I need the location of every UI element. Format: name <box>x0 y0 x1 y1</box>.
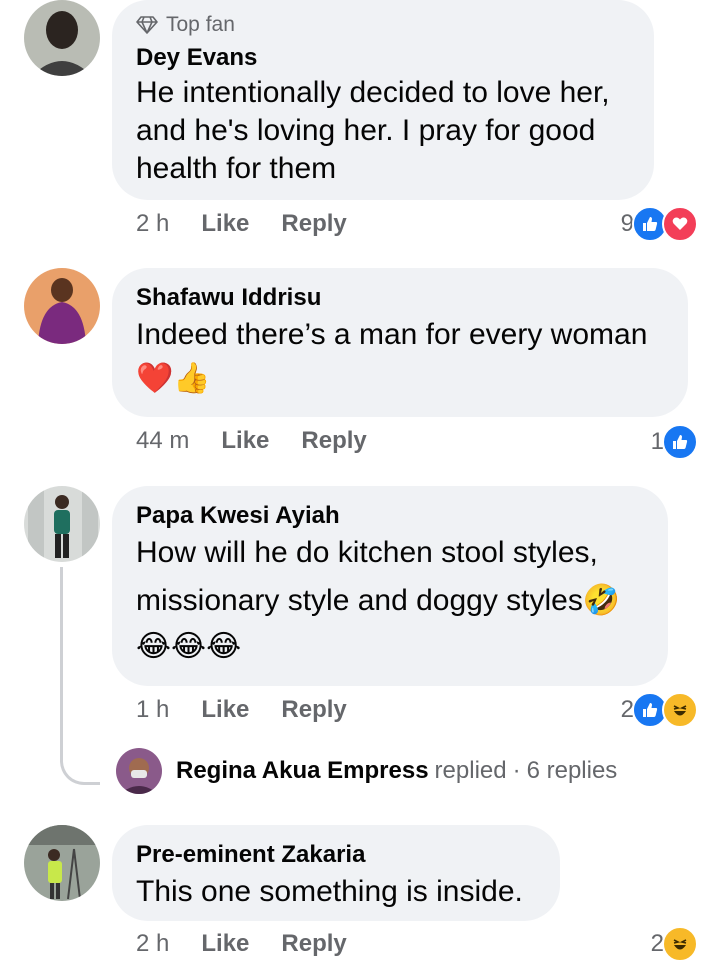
comment-bubble: Pre-eminent Zakaria This one something i… <box>112 825 560 921</box>
avatar-photo-regina <box>116 748 162 794</box>
haha-reaction-icon <box>662 692 698 728</box>
comment-text-line: He intentionally decided to love her, <box>136 76 610 109</box>
comment-timestamp[interactable]: 2 h <box>136 210 169 238</box>
comment-actions: 1 h Like Reply <box>136 696 347 724</box>
replied-label: replied <box>434 757 507 784</box>
like-reaction-icon <box>662 424 698 460</box>
comment-text-line: health for them <box>136 152 337 185</box>
love-reaction-icon <box>662 206 698 242</box>
comment-text-line: How will he do kitchen stool styles, <box>136 536 598 569</box>
comment-timestamp[interactable]: 44 m <box>136 427 189 455</box>
avatar-photo-zakaria <box>24 825 100 901</box>
reply-count[interactable]: 6 replies <box>527 757 618 785</box>
comment-actions: 2 h Like Reply <box>136 210 347 238</box>
replier-name[interactable]: Regina Akua Empress <box>176 757 429 785</box>
comment-timestamp[interactable]: 2 h <box>136 930 169 958</box>
comment-text-line: and he's loving her. I pray for good <box>136 114 596 147</box>
comment-bubble: Papa Kwesi Ayiah How will he do kitchen … <box>112 486 668 686</box>
haha-reaction-icon <box>662 926 698 962</box>
reaction-summary[interactable]: 9 <box>621 206 698 242</box>
top-fan-badge: Top fan <box>136 12 630 38</box>
reaction-summary[interactable]: 1 <box>651 424 698 460</box>
avatar-photo-papa-kwesi <box>24 486 100 562</box>
comment-author[interactable]: Shafawu Iddrisu <box>136 282 664 314</box>
diamond-icon <box>136 16 158 34</box>
avatar[interactable] <box>24 0 100 76</box>
avatar[interactable] <box>24 486 100 562</box>
avatar[interactable] <box>24 268 100 344</box>
badge-label: Top fan <box>166 13 235 36</box>
avatar[interactable] <box>116 748 162 794</box>
comment-emoji-line: 😂😂😂 <box>136 630 242 663</box>
comment-text-line: Indeed there’s a man for every woman <box>136 318 648 351</box>
comment-bubble: Top fan Dey Evans He intentionally decid… <box>112 0 654 200</box>
reaction-summary[interactable]: 2 <box>621 692 698 728</box>
comment-actions: 2 h Like Reply <box>136 930 347 958</box>
like-button[interactable]: Like <box>201 210 249 238</box>
separator-dot: · <box>512 757 521 784</box>
like-button[interactable]: Like <box>201 930 249 958</box>
comment-author[interactable]: Dey Evans <box>136 42 630 74</box>
like-button[interactable]: Like <box>221 427 269 455</box>
reply-thread-line <box>60 567 100 785</box>
comment-emoji-line: ❤️👍 <box>136 362 211 395</box>
comment-text-line: missionary style and doggy styles🤣 <box>136 584 621 617</box>
avatar-photo-dey-evans <box>24 0 100 76</box>
avatar-photo-shafawu <box>24 268 100 344</box>
reply-button[interactable]: Reply <box>281 696 346 724</box>
comment-bubble: Shafawu Iddrisu Indeed there’s a man for… <box>112 268 688 417</box>
reply-button[interactable]: Reply <box>281 210 346 238</box>
reply-button[interactable]: Reply <box>281 930 346 958</box>
reply-button[interactable]: Reply <box>301 427 366 455</box>
view-replies-link[interactable]: Regina Akua Empress replied · 6 replies <box>116 748 617 794</box>
avatar[interactable] <box>24 825 100 901</box>
comment-timestamp[interactable]: 1 h <box>136 696 169 724</box>
like-button[interactable]: Like <box>201 696 249 724</box>
comment-author[interactable]: Papa Kwesi Ayiah <box>136 500 644 532</box>
comment-actions: 44 m Like Reply <box>136 427 367 455</box>
comment-author[interactable]: Pre-eminent Zakaria <box>136 839 536 871</box>
comment-text-line: This one something is inside. <box>136 875 523 908</box>
reaction-summary[interactable]: 2 <box>651 926 698 962</box>
